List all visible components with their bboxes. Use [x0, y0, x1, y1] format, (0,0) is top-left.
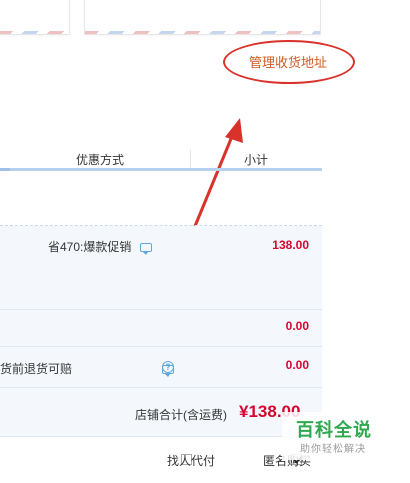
insurance-value: 0.00 [285, 358, 309, 372]
header-left-accent [0, 168, 10, 171]
row-divider [0, 436, 322, 437]
annotation-arrow-head [225, 118, 243, 143]
chat-icon[interactable] [140, 243, 152, 255]
watermark-title: 百科全说 [296, 420, 372, 441]
item-subtotal: 138.00 [272, 238, 309, 252]
col-header-promo: 优惠方式 [76, 153, 125, 167]
pay-for-me-label[interactable]: 找人代付 [167, 452, 215, 469]
promo-text: 省470:爆款促销 [48, 240, 132, 254]
insurance-label: 货前退货可赔 [0, 362, 73, 376]
annotation-arrow-line [191, 132, 235, 233]
shipping-value: 0.00 [285, 319, 309, 333]
watermark-subtitle: 助你轻松解决 [300, 444, 366, 455]
col-header-subtotal: 小计 [244, 153, 269, 167]
shop-total-label: 店铺合计(含运费) [135, 408, 227, 422]
watermark-logo: 百科全说 助你轻松解决 [282, 412, 374, 460]
shipping-row [0, 310, 322, 346]
header-underline [0, 168, 322, 171]
col-divider [190, 150, 191, 169]
help-icon[interactable]: ? [162, 361, 174, 373]
